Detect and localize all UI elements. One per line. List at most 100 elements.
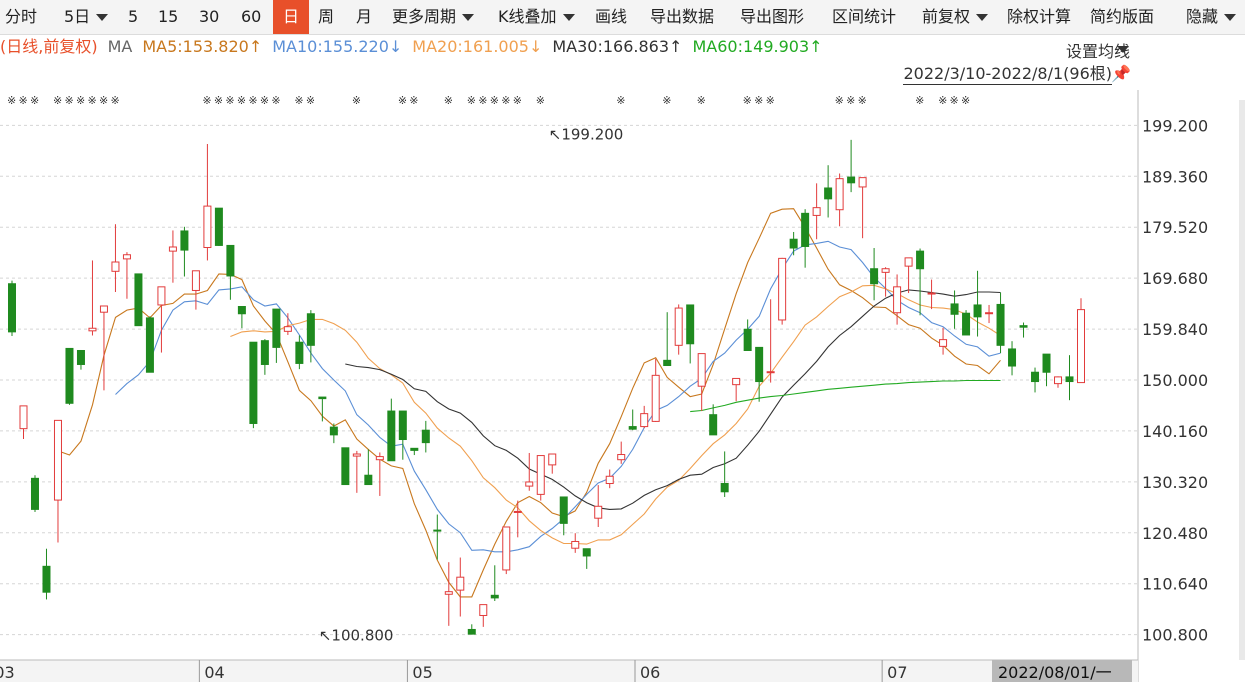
event-marker-icon: ※ [352,94,361,107]
candle-body [1008,348,1017,367]
event-marker-icon: ※ [536,94,545,107]
candle-body [53,419,62,501]
event-marker-icon: ※ [248,94,257,107]
event-marker-icon: ※ [306,94,315,107]
candle-body [318,396,327,400]
event-marker-icon: ※ [87,94,96,107]
y-tick-label: 140.160 [1142,422,1208,441]
candle-body [582,548,591,557]
event-marker-icon: ※ [7,94,16,107]
candle-body [525,481,534,487]
event-marker-icon: ※ [99,94,108,107]
event-marker-icon: ※ [961,94,970,107]
candle-body [249,341,258,424]
event-marker-icon: ※ [398,94,407,107]
candle-body [122,254,131,260]
event-marker-icon: ※ [616,94,625,107]
x-tick-label: 06 [640,663,660,682]
event-marker-icon: ※ [30,94,39,107]
candle-body [410,447,419,451]
event-marker-icon: ※ [846,94,855,107]
event-marker-icon: ※ [766,94,775,107]
candle-body [283,326,292,332]
candle-body [801,212,810,247]
event-marker-icon: ※ [64,94,73,107]
candle-body [467,628,476,635]
candle-body [697,353,706,387]
ma-line-ma30 [345,289,1001,510]
candle-body [329,426,338,436]
event-marker-icon: ※ [202,94,211,107]
event-marker-icon: ※ [950,94,959,107]
x-axis-bg [0,660,1138,682]
candle-body [755,346,764,383]
candle-body [674,307,683,346]
candle-body [88,327,97,332]
event-marker-icon: ※ [662,94,671,107]
candle-body [1019,325,1028,328]
candle-body [939,339,948,347]
candle-body [364,474,373,486]
candle-body [881,268,890,273]
event-marker-icon: ※ [260,94,269,107]
candle-body [663,359,672,367]
candle-body [433,529,442,532]
candle-body [766,371,775,374]
candle-body [502,526,511,571]
y-tick-label: 169.680 [1142,269,1208,288]
candle-body [490,594,499,599]
candle-body [950,303,959,315]
candle-body [973,304,982,318]
kline-chart[interactable]: 199.200 189.360 179.520 169.680 159.840 150.0… [0,0,1245,682]
candle-body [444,591,453,595]
candle-body [743,328,752,351]
candle-body [145,317,154,373]
candle-body [904,257,913,267]
candle-body [720,483,729,493]
candle-body [306,313,315,346]
candle-body [272,308,281,348]
event-marker-icon: ※ [271,94,280,107]
y-tick-label: 120.480 [1142,524,1208,543]
event-marker-icon: ※ [501,94,510,107]
candle-body [858,177,867,188]
candle-body [732,377,741,386]
event-marker-icon: ※ [18,94,27,107]
y-tick-label: 189.360 [1142,167,1208,186]
ma-line-ma10 [115,240,1001,553]
cursor-date-label: 2022/08/01/一 [998,663,1112,682]
event-marker-icon: ※ [225,94,234,107]
event-marker-icon: ※ [835,94,844,107]
x-tick-label: 04 [204,663,224,682]
y-tick-label: 110.640 [1142,575,1208,594]
event-marker-icon: ※ [467,94,476,107]
event-marker-icon: ※ [110,94,119,107]
candle-body [19,405,28,430]
y-tick-label: 179.520 [1142,218,1208,237]
candle-body [375,456,384,461]
candle-body [191,270,200,291]
candle-body [1065,376,1074,383]
candle-body [111,261,120,272]
candle-body [76,349,85,365]
event-marker-icon: ※ [743,94,752,107]
candle-body [260,340,269,365]
x-tick-label: 03 [0,663,15,682]
candle-body [835,178,844,211]
candle-body [168,246,177,252]
event-marker-icon: ※ [478,94,487,107]
candle-body [916,250,925,270]
candle-body [617,454,626,461]
event-marker-icon: ※ [938,94,947,107]
candle-body [30,477,39,510]
event-marker-icon: ※ [76,94,85,107]
candle-body [352,453,361,457]
scrollbar[interactable] [1239,100,1245,660]
candle-body [65,347,74,404]
candle-body [789,238,798,249]
candle-body [456,576,465,591]
event-marker-icon: ※ [214,94,223,107]
candle-body [295,341,304,364]
candle-body [8,283,16,333]
candle-body [203,205,212,249]
